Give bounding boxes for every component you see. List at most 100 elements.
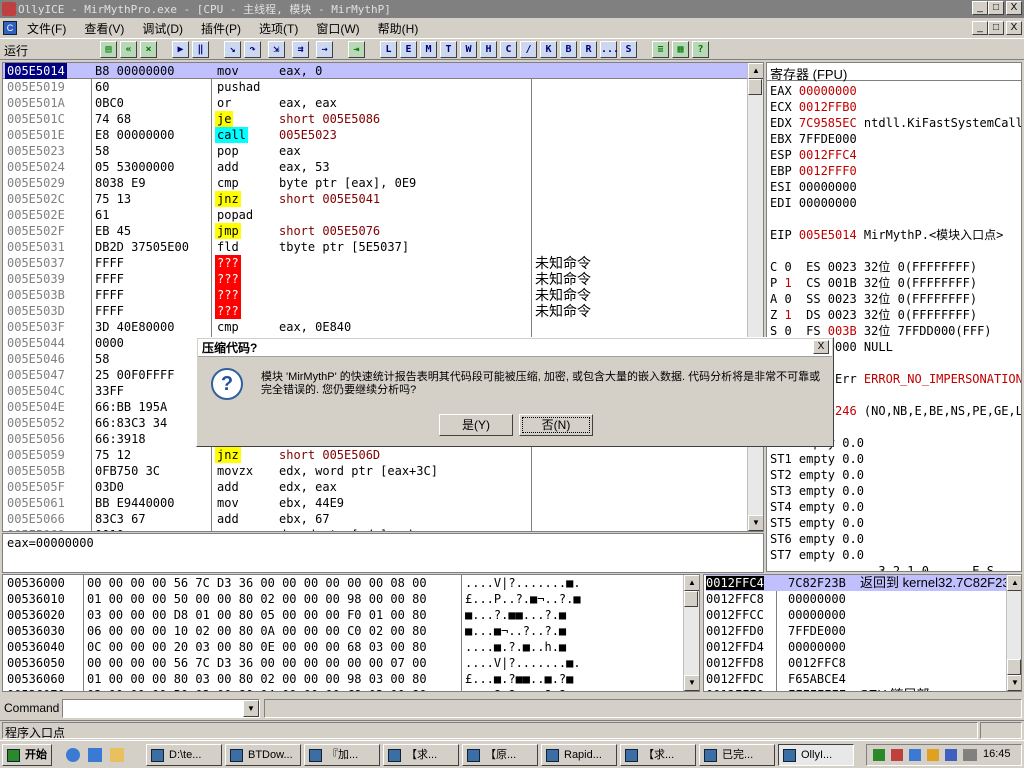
- register-row[interactable]: ST6 empty 0.0: [770, 531, 864, 547]
- stack-row[interactable]: 0012FFCC 00000000: [706, 607, 846, 623]
- toolbar-letter-7[interactable]: /: [520, 41, 537, 58]
- disasm-row[interactable]: 005E502F EB 45 jmp short 005E5076: [3, 223, 747, 239]
- register-value[interactable]: 1: [784, 276, 791, 290]
- register-value[interactable]: 1: [784, 308, 791, 322]
- register-row[interactable]: Z 1 DS 0023 32位 0(FFFFFFFF): [770, 307, 977, 323]
- taskbar-task[interactable]: 『加...: [304, 744, 380, 766]
- stack-scroll-down-icon[interactable]: ▼: [1007, 675, 1021, 691]
- dump-row[interactable]: 00536030 06 00 00 00 10 02 00 80 0A 00 00…: [7, 623, 566, 639]
- register-row[interactable]: EDX 7C9585EC ntdll.KiFastSystemCall: [770, 115, 1021, 131]
- stack-row[interactable]: 0012FFDC F65ABCE4: [706, 671, 846, 687]
- dump-row[interactable]: 00536000 00 00 00 00 56 7C D3 36 00 00 00…: [7, 575, 581, 591]
- start-button[interactable]: 开始: [2, 744, 52, 766]
- disasm-row[interactable]: 005E5061 BB E9440000 mov ebx, 44E9: [3, 495, 747, 511]
- disasm-row[interactable]: 005E5037 FFFF??? 未知命令: [3, 255, 747, 271]
- dialog-close-button[interactable]: X: [813, 340, 829, 354]
- toolbar-letter-12[interactable]: S: [620, 41, 637, 58]
- toolbar-letter-2[interactable]: M: [420, 41, 437, 58]
- help-icon[interactable]: ?: [692, 41, 709, 58]
- menu-plugins[interactable]: 插件(P): [201, 20, 241, 37]
- stack-pane[interactable]: 0012FFC4 7C82F23B 返回到 kernel32.7C82F23B 001…: [703, 574, 1022, 692]
- taskbar-task[interactable]: D:\te...: [146, 744, 222, 766]
- taskbar-task[interactable]: 已完...: [699, 744, 775, 766]
- pause-icon[interactable]: ‖: [192, 41, 209, 58]
- register-row[interactable]: ST7 empty 0.0: [770, 547, 864, 563]
- toolbar-letter-10[interactable]: R: [580, 41, 597, 58]
- stack-scroll-up-icon[interactable]: ▲: [1007, 575, 1021, 591]
- register-row[interactable]: ECX 0012FFB0: [770, 99, 857, 115]
- register-value[interactable]: 0012FFB0: [799, 100, 857, 114]
- disasm-row[interactable]: 005E5029 8038 E9 cmp byte ptr [eax], 0E9: [3, 175, 747, 191]
- stack-row[interactable]: 0012FFD8 0012FFC8: [706, 655, 846, 671]
- maximize-button[interactable]: □: [988, 1, 1004, 15]
- register-row[interactable]: EIP 005E5014 MirMythP.<模块入口点>: [770, 227, 1003, 243]
- disasm-row[interactable]: 005E503F 3D 40E80000 cmp eax, 0E840: [3, 319, 747, 335]
- taskbar-task[interactable]: OllyI...: [778, 744, 854, 766]
- dump-row[interactable]: 00536040 0C 00 00 00 20 03 00 80 0E 00 00…: [7, 639, 566, 655]
- menu-help[interactable]: 帮助(H): [378, 20, 419, 37]
- register-row[interactable]: EAX 00000000: [770, 83, 857, 99]
- register-row[interactable]: 3 2 1 0 E S: [770, 563, 994, 571]
- dump-row[interactable]: 00536050 00 00 00 00 56 7C D3 36 00 00 00…: [7, 655, 581, 671]
- register-value[interactable]: 005E5014: [799, 228, 857, 242]
- stack-scrollbar[interactable]: ▲ ▼: [1006, 575, 1021, 691]
- disasm-row[interactable]: 005E503D FFFF??? 未知命令: [3, 303, 747, 319]
- disasm-row[interactable]: 005E503B FFFF??? 未知命令: [3, 287, 747, 303]
- disasm-row[interactable]: 005E5069 0010 cmp dword ptr [edx], ebx: [3, 527, 747, 531]
- register-value[interactable]: 0012FFC4: [799, 148, 857, 162]
- yes-button[interactable]: 是(Y): [439, 414, 513, 436]
- desktop-icon[interactable]: [110, 748, 124, 762]
- menu-options[interactable]: 选项(T): [259, 20, 298, 37]
- register-row[interactable]: ST5 empty 0.0: [770, 515, 864, 531]
- dump-scrollbar[interactable]: ▲ ▼: [683, 575, 699, 691]
- disasm-row[interactable]: 005E5031 DB2D 37505E00 fld tbyte ptr [5E503…: [3, 239, 747, 255]
- disasm-row[interactable]: 005E5014 B8 00000000 mov eax, 0: [3, 63, 747, 79]
- trace-over-icon[interactable]: ⇉: [292, 41, 309, 58]
- stack-row[interactable]: 0012FFE0 FFFFFFFF SEH 链尾部: [706, 687, 929, 691]
- stack-row[interactable]: 0012FFC4 7C82F23B 返回到 kernel32.7C82F23B: [706, 575, 1018, 591]
- register-row[interactable]: EBP 0012FFF0: [770, 163, 857, 179]
- scroll-down-icon[interactable]: ▼: [748, 515, 763, 531]
- run-icon[interactable]: ▶: [172, 41, 189, 58]
- dump-scroll-thumb[interactable]: [684, 591, 698, 607]
- dump-scroll-up-icon[interactable]: ▲: [684, 575, 699, 591]
- execute-till-return-icon[interactable]: →: [316, 41, 333, 58]
- media-icon[interactable]: [88, 748, 102, 762]
- restart-icon[interactable]: «: [120, 41, 137, 58]
- toolbar-letter-9[interactable]: B: [560, 41, 577, 58]
- register-row[interactable]: A 0 SS 0023 32位 0(FFFFFFFF): [770, 291, 977, 307]
- ie-icon[interactable]: [66, 748, 80, 762]
- register-value[interactable]: 00000000: [799, 84, 857, 98]
- registers-title[interactable]: 寄存器 (FPU): [770, 64, 847, 83]
- disasm-row[interactable]: 005E502E 61 popad: [3, 207, 747, 223]
- toolbar-letter-5[interactable]: H: [480, 41, 497, 58]
- register-value[interactable]: 003B: [828, 324, 857, 338]
- mdi-maximize-button[interactable]: □: [988, 21, 1004, 35]
- dump-row[interactable]: 00536020 03 00 00 00 D8 01 00 80 05 00 00…: [7, 607, 566, 623]
- registers-pane[interactable]: 寄存器 (FPU) EAX 00000000 ECX 0012FFB0 EDX 7C…: [766, 62, 1022, 572]
- register-value[interactable]: 7FFDE000: [799, 132, 857, 146]
- register-value[interactable]: 00000000: [799, 180, 857, 194]
- mdi-icon[interactable]: C: [3, 21, 17, 35]
- disasm-row[interactable]: 005E501C 74 68 je short 005E5086: [3, 111, 747, 127]
- command-input[interactable]: ▼: [62, 699, 260, 718]
- stack-row[interactable]: 0012FFD0 7FFDE000: [706, 623, 846, 639]
- disasm-row[interactable]: 005E501E E8 00000000 call 005E5023: [3, 127, 747, 143]
- close-button[interactable]: X: [1006, 1, 1022, 15]
- step-into-icon[interactable]: ↘: [224, 41, 241, 58]
- disasm-row[interactable]: 005E501A 0BC0 or eax, eax: [3, 95, 747, 111]
- menu-file[interactable]: 文件(F): [27, 20, 66, 37]
- toolbar-letter-4[interactable]: W: [460, 41, 477, 58]
- register-row[interactable]: P 1 CS 001B 32位 0(FFFFFFFF): [770, 275, 977, 291]
- register-row[interactable]: ST2 empty 0.0: [770, 467, 864, 483]
- disasm-row[interactable]: 005E5066 83C3 67 add ebx, 67: [3, 511, 747, 527]
- disasm-row[interactable]: 005E505B 0FB750 3C movzx edx, word ptr [eax…: [3, 463, 747, 479]
- disasm-row[interactable]: 005E5024 05 53000000 add eax, 53: [3, 159, 747, 175]
- disasm-row[interactable]: 005E5019 60 pushad: [3, 79, 747, 95]
- no-button[interactable]: 否(N): [519, 414, 593, 436]
- disasm-row[interactable]: 005E5023 58 pop eax: [3, 143, 747, 159]
- toolbar-letter-1[interactable]: E: [400, 41, 417, 58]
- taskbar-task[interactable]: Rapid...: [541, 744, 617, 766]
- scroll-up-icon[interactable]: ▲: [748, 63, 763, 79]
- trace-into-icon[interactable]: ⇲: [268, 41, 285, 58]
